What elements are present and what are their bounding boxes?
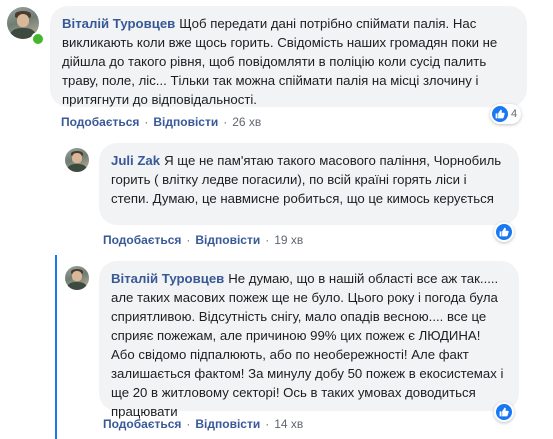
separator-dot: ·	[265, 417, 270, 431]
reaction-summary[interactable]	[494, 222, 514, 242]
comment-author[interactable]: Віталій Туровцев	[62, 16, 175, 31]
reaction-count: 4	[511, 108, 518, 120]
reply-link[interactable]: Відповісти	[195, 417, 260, 431]
reaction-summary[interactable]: 4	[490, 104, 522, 124]
separator-dot: ·	[186, 417, 191, 431]
comment-actions: Подобається · Відповісти · 14 хв	[103, 417, 303, 431]
thumbs-up-icon	[496, 404, 512, 420]
timestamp[interactable]: 19 хв	[274, 233, 303, 247]
avatar[interactable]	[65, 148, 89, 172]
reply-link[interactable]: Відповісти	[195, 233, 260, 247]
comment-text: Я ще не пам'ятаю такого масового паління…	[111, 153, 502, 206]
reply-link[interactable]: Відповісти	[153, 115, 218, 129]
comment-bubble: Віталій Туровцев Щоб передати дані потріб…	[50, 6, 527, 107]
comment-actions: Подобається · Відповісти · 26 хв	[61, 115, 261, 129]
like-link[interactable]: Подобається	[103, 233, 181, 247]
comment-text: Не думаю, що в нашій області все аж так.…	[111, 271, 504, 419]
like-link[interactable]: Подобається	[61, 115, 139, 129]
thumbs-up-icon	[492, 106, 508, 122]
separator-dot: ·	[265, 233, 270, 247]
thumbs-up-icon	[496, 224, 512, 240]
separator-dot: ·	[223, 115, 228, 129]
like-link[interactable]: Подобається	[103, 417, 181, 431]
reaction-summary[interactable]	[494, 402, 514, 422]
separator-dot: ·	[186, 233, 191, 247]
comment-author[interactable]: Juli Zak	[111, 153, 160, 168]
timestamp[interactable]: 14 хв	[274, 417, 303, 431]
timestamp[interactable]: 26 хв	[232, 115, 261, 129]
online-status-indicator	[31, 32, 45, 46]
comment-bubble: Juli Zak Я ще не пам'ятаю такого масового…	[99, 143, 519, 225]
comment-bubble: Віталій Туровцев Не думаю, що в нашій обл…	[99, 261, 519, 419]
avatar[interactable]	[65, 266, 89, 290]
comment-author[interactable]: Віталій Туровцев	[111, 271, 224, 286]
separator-dot: ·	[144, 115, 149, 129]
comment-actions: Подобається · Відповісти · 19 хв	[103, 233, 303, 247]
highlight-thread-line	[55, 255, 57, 439]
